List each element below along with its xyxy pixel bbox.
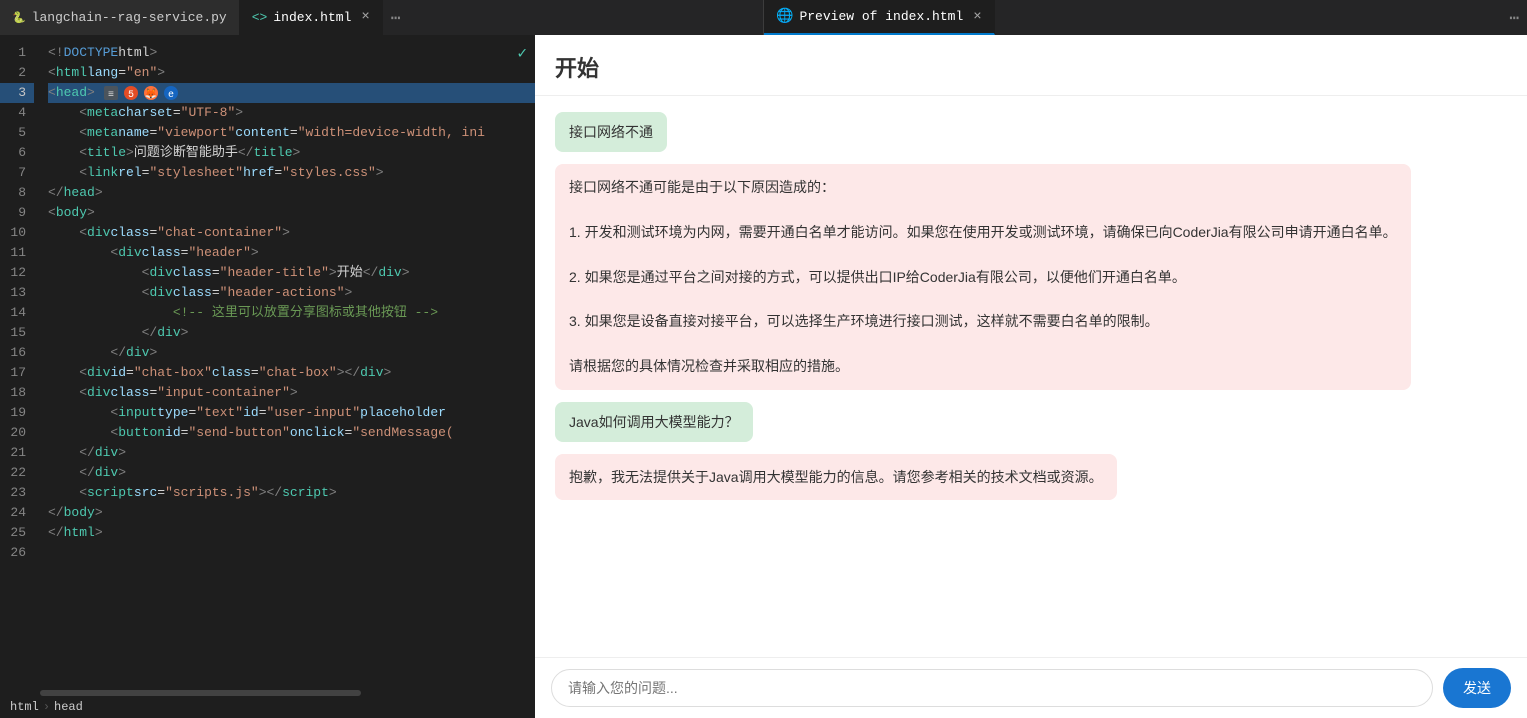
chat-messages[interactable]: 接口网络不通 接口网络不通可能是由于以下原因造成的：1. 开发和测试环境为内网，… bbox=[535, 96, 1527, 657]
code-content[interactable]: <!DOCTYPE html> <html lang="en"> <head> … bbox=[40, 35, 535, 690]
code-line-12: <div class="header-title">开始</div> bbox=[48, 263, 535, 283]
code-line-13: <div class="header-actions"> bbox=[48, 283, 535, 303]
editor-scrollbar-thumb bbox=[40, 690, 361, 696]
chat-header: 开始 bbox=[535, 35, 1527, 96]
code-line-25: </html> bbox=[48, 523, 535, 543]
code-line-11: <div class="header"> bbox=[48, 243, 535, 263]
user-message-1: 接口网络不通 bbox=[555, 112, 667, 152]
code-line-19: <input type="text" id="user-input" place… bbox=[48, 403, 535, 423]
checkmark-icon: ✓ bbox=[517, 43, 527, 63]
code-line-20: <button id="send-button" onclick="sendMe… bbox=[48, 423, 535, 443]
right-tab-overflow[interactable]: ⋯ bbox=[1501, 0, 1527, 35]
code-line-26 bbox=[48, 543, 535, 563]
line3-icon-2[interactable]: 5 bbox=[123, 85, 139, 101]
line3-icon-1[interactable]: ≡ bbox=[103, 85, 119, 101]
html-tab-label: index.html bbox=[273, 10, 351, 25]
editor-horizontal-scrollbar[interactable] bbox=[0, 690, 535, 696]
breadcrumb-head[interactable]: head bbox=[54, 700, 83, 714]
ai-message-2-text: 抱歉，我无法提供关于Java调用大模型能力的信息。请您参考相关的技术文档或资源。 bbox=[569, 469, 1103, 485]
python-tab-label: langchain--rag-service.py bbox=[32, 10, 227, 25]
code-line-24: </body> bbox=[48, 503, 535, 523]
preview-tab-close[interactable]: × bbox=[973, 9, 981, 25]
code-line-14: <!-- 这里可以放置分享图标或其他按钮 --> bbox=[48, 303, 535, 323]
python-tab[interactable]: 🐍 langchain--rag-service.py bbox=[0, 0, 240, 35]
editor-pane: ✓ 1 2 3 4 5 6 7 8 9 10 11 12 13 14 bbox=[0, 35, 535, 718]
code-line-4: <meta charset="UTF-8"> bbox=[48, 103, 535, 123]
right-tab-group: 🌐 Preview of index.html × ⋯ bbox=[763, 0, 1527, 35]
html-tab[interactable]: <> index.html × bbox=[240, 0, 383, 35]
breadcrumb: html › head bbox=[0, 696, 535, 718]
code-line-6: <title>问题诊断智能助手</title> bbox=[48, 143, 535, 163]
code-line-1: <!DOCTYPE html> bbox=[48, 43, 535, 63]
code-line-2: <html lang="en"> bbox=[48, 63, 535, 83]
user-message-2: Java如何调用大模型能力？ bbox=[555, 402, 753, 442]
editor-body: 1 2 3 4 5 6 7 8 9 10 11 12 13 14 15 16 1 bbox=[0, 35, 535, 690]
user-message-1-text: 接口网络不通 bbox=[569, 124, 653, 140]
left-tab-group: 🐍 langchain--rag-service.py <> index.htm… bbox=[0, 0, 763, 35]
svg-text:e: e bbox=[168, 90, 174, 101]
main-content: ✓ 1 2 3 4 5 6 7 8 9 10 11 12 13 14 bbox=[0, 35, 1527, 718]
code-line-10: <div class="chat-container"> bbox=[48, 223, 535, 243]
breadcrumb-html[interactable]: html bbox=[10, 700, 39, 714]
line-numbers: 1 2 3 4 5 6 7 8 9 10 11 12 13 14 15 16 1 bbox=[0, 35, 40, 690]
code-line-15: </div> bbox=[48, 323, 535, 343]
tab-bar: 🐍 langchain--rag-service.py <> index.htm… bbox=[0, 0, 1527, 35]
send-button[interactable]: 发送 bbox=[1443, 668, 1511, 708]
preview-tab[interactable]: 🌐 Preview of index.html × bbox=[764, 0, 995, 35]
chat-title: 开始 bbox=[555, 56, 599, 81]
svg-text:🦊: 🦊 bbox=[145, 88, 157, 101]
code-line-18: <div class="input-container"> bbox=[48, 383, 535, 403]
code-line-3: <head> ≡ 5 🦊 e bbox=[48, 83, 535, 103]
ai-message-2: 抱歉，我无法提供关于Java调用大模型能力的信息。请您参考相关的技术文档或资源。 bbox=[555, 454, 1117, 500]
line3-icon-3[interactable]: 🦊 bbox=[143, 85, 159, 101]
code-line-17: <div id="chat-box" class="chat-box"></di… bbox=[48, 363, 535, 383]
preview-tab-label: Preview of index.html bbox=[799, 9, 963, 24]
breadcrumb-separator: › bbox=[43, 700, 50, 714]
code-line-7: <link rel="stylesheet" href="styles.css"… bbox=[48, 163, 535, 183]
python-icon: 🐍 bbox=[12, 11, 26, 25]
code-line-22: </div> bbox=[48, 463, 535, 483]
svg-text:5: 5 bbox=[128, 90, 134, 101]
code-line-9: <body> bbox=[48, 203, 535, 223]
preview-pane: 开始 接口网络不通 接口网络不通可能是由于以下原因造成的：1. 开发和测试环境为… bbox=[535, 35, 1527, 718]
code-line-23: <script src="scripts.js"></script> bbox=[48, 483, 535, 503]
code-line-16: </div> bbox=[48, 343, 535, 363]
ai-message-1: 接口网络不通可能是由于以下原因造成的：1. 开发和测试环境为内网，需要开通白名单… bbox=[555, 164, 1411, 390]
line3-icon-4[interactable]: e bbox=[163, 85, 179, 101]
user-message-2-text: Java如何调用大模型能力？ bbox=[569, 414, 739, 430]
chat-input-area: 发送 bbox=[535, 657, 1527, 718]
code-line-21: </div> bbox=[48, 443, 535, 463]
editor-area: ✓ 1 2 3 4 5 6 7 8 9 10 11 12 13 14 bbox=[0, 35, 535, 696]
code-line-5: <meta name="viewport" content="width=dev… bbox=[48, 123, 535, 143]
left-tab-overflow[interactable]: ⋯ bbox=[383, 0, 409, 35]
chat-input[interactable] bbox=[551, 669, 1433, 707]
preview-globe-icon: 🌐 bbox=[776, 8, 793, 25]
code-line-8: </head> bbox=[48, 183, 535, 203]
html-icon: <> bbox=[252, 10, 268, 25]
svg-text:≡: ≡ bbox=[108, 90, 114, 101]
ai-message-1-text: 接口网络不通可能是由于以下原因造成的：1. 开发和测试环境为内网，需要开通白名单… bbox=[569, 179, 1397, 374]
line3-action-icons: ≡ 5 🦊 e bbox=[103, 85, 179, 101]
html-tab-close[interactable]: × bbox=[361, 9, 369, 25]
chat-app: 开始 接口网络不通 接口网络不通可能是由于以下原因造成的：1. 开发和测试环境为… bbox=[535, 35, 1527, 718]
